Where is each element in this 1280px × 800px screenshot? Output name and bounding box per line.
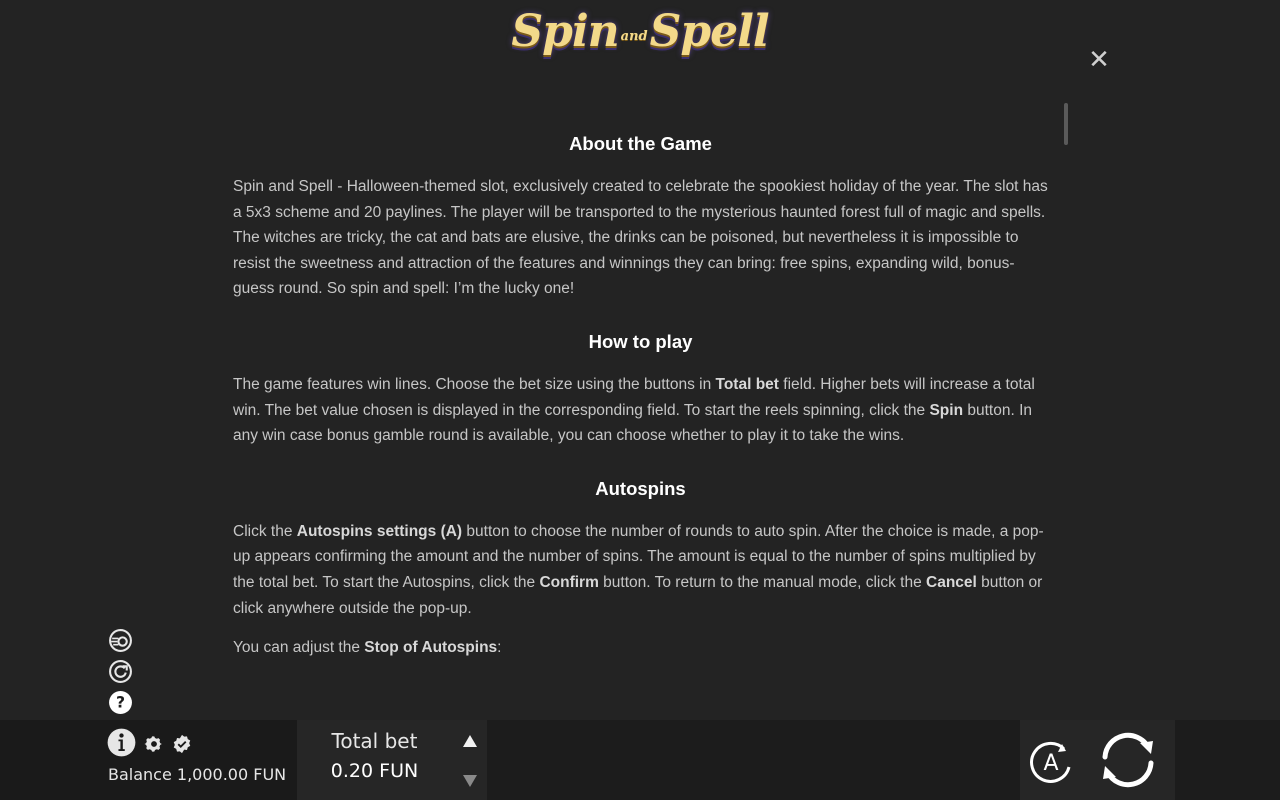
scrollbar-thumb[interactable] — [1064, 103, 1068, 145]
section-title-about: About the Game — [569, 133, 712, 154]
balance-display: Balance 1,000.00 FUN — [108, 765, 286, 784]
section-text-about: Spin and Spell - Halloween-themed slot, … — [233, 178, 1048, 298]
section-text-autospins-stop: You can adjust the Stop of Autospins: — [233, 639, 502, 657]
bold-cancel: Cancel — [926, 573, 977, 591]
total-bet-value: 0.20 FUN — [330, 760, 419, 782]
autospin-button[interactable]: A — [1026, 737, 1076, 787]
bet-decrease-button[interactable] — [455, 766, 485, 796]
close-icon[interactable]: ✕ — [1087, 47, 1111, 73]
help-icon[interactable]: ? — [108, 690, 133, 715]
section-text-autospins: Click the Autospins settings (A) button … — [233, 522, 1044, 617]
section-text-how-to-play: The game features win lines. Choose the … — [233, 375, 1035, 445]
bottom-bar-left-panel — [0, 720, 297, 800]
total-bet-label: Total bet — [331, 729, 418, 753]
logo-word-2: Spell — [649, 6, 770, 57]
spin-icon — [1102, 732, 1154, 788]
bold-confirm: Confirm — [539, 573, 599, 591]
svg-text:?: ? — [116, 694, 125, 712]
balance-label: Balance — [108, 765, 172, 784]
bold-spin: Spin — [929, 401, 964, 419]
autospin-letter: A — [1043, 751, 1058, 776]
triangle-down-icon — [463, 775, 477, 787]
section-title-how-to-play: How to play — [588, 330, 693, 352]
bold-total-bet: Total bet — [715, 375, 779, 393]
rules-content: About the Game Spin and Spell - Hallowee… — [233, 130, 1048, 681]
help-screen: Spin andSpell ✕ About the Game Spin and S… — [0, 0, 1280, 800]
turbo-icon[interactable] — [108, 628, 133, 653]
bold-autospins-settings: Autospins settings (A) — [296, 522, 463, 540]
spin-button[interactable] — [1093, 727, 1163, 793]
refresh-icon[interactable] — [108, 659, 133, 684]
bet-increase-button[interactable] — [455, 726, 485, 756]
gear-icon[interactable] — [144, 734, 164, 754]
triangle-up-icon — [463, 735, 477, 747]
balance-value: 1,000.00 FUN — [176, 765, 287, 784]
bold-stop-of-autospins: Stop of Autospins — [364, 639, 498, 657]
logo-word-1: Spin — [511, 6, 619, 57]
logo-connector: and — [620, 29, 648, 44]
info-icon[interactable] — [107, 728, 136, 757]
verified-badge-icon[interactable] — [172, 734, 192, 754]
section-title-autospins: Autospins — [595, 477, 686, 499]
